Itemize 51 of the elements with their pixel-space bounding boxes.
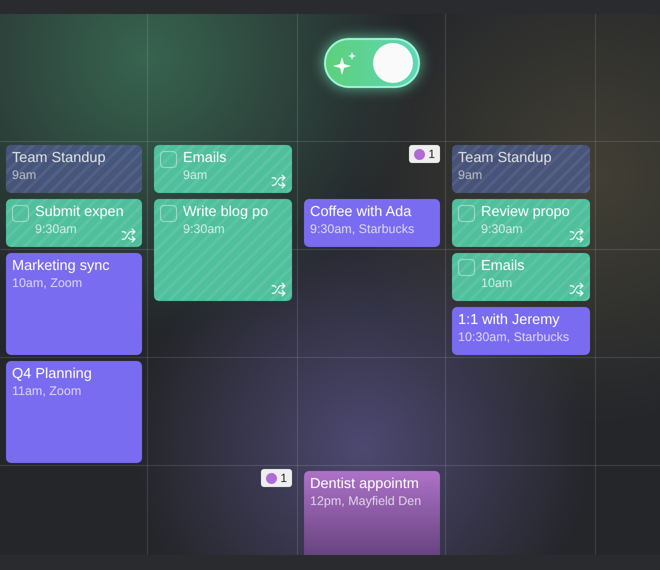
task-card[interactable]: Emails 9am bbox=[154, 145, 292, 193]
checkbox[interactable] bbox=[160, 205, 177, 222]
task-title: Emails bbox=[183, 150, 227, 166]
count-badge[interactable]: 1 bbox=[261, 469, 292, 487]
event-card[interactable]: Dentist appointm 12pm, Mayfield Den bbox=[304, 471, 440, 555]
task-title: Submit expen bbox=[35, 204, 124, 220]
task-title: Emails bbox=[481, 258, 525, 274]
task-card[interactable]: Write blog po 9:30am bbox=[154, 199, 292, 301]
checkbox[interactable] bbox=[160, 151, 177, 168]
event-time: 9am bbox=[12, 168, 38, 182]
event-title: Team Standup bbox=[12, 150, 106, 166]
event-title: Marketing sync bbox=[12, 258, 110, 274]
shuffle-icon[interactable] bbox=[569, 228, 584, 243]
event-time: 9:30am, Starbucks bbox=[310, 222, 414, 236]
event-time: 12pm, Mayfield Den bbox=[310, 494, 422, 508]
checkbox[interactable] bbox=[12, 205, 29, 222]
event-title: Coffee with Ada bbox=[310, 204, 412, 220]
task-time: 9:30am bbox=[481, 222, 524, 236]
event-time: 9am bbox=[458, 168, 484, 182]
checkbox[interactable] bbox=[458, 259, 475, 276]
task-card[interactable]: Submit expen 9:30am bbox=[6, 199, 142, 247]
event-time: 10am, Zoom bbox=[12, 276, 84, 290]
checkbox[interactable] bbox=[458, 205, 475, 222]
event-card[interactable]: Team Standup 9am bbox=[452, 145, 590, 193]
task-time: 9:30am bbox=[183, 222, 226, 236]
event-card[interactable]: 1:1 with Jeremy 10:30am, Starbucks bbox=[452, 307, 590, 355]
event-card[interactable]: Q4 Planning 11am, Zoom bbox=[6, 361, 142, 463]
task-card[interactable]: Review propo 9:30am bbox=[452, 199, 590, 247]
task-time: 10am bbox=[481, 276, 514, 290]
event-card[interactable]: Team Standup 9am bbox=[6, 145, 142, 193]
task-title: Write blog po bbox=[183, 204, 268, 220]
shuffle-icon[interactable] bbox=[569, 282, 584, 297]
event-title: Team Standup bbox=[458, 150, 552, 166]
event-time: 11am, Zoom bbox=[12, 384, 82, 398]
event-card[interactable]: Coffee with Ada 9:30am, Starbucks bbox=[304, 199, 440, 247]
count-badge[interactable]: 1 bbox=[409, 145, 440, 163]
event-card[interactable]: Marketing sync 10am, Zoom bbox=[6, 253, 142, 355]
shuffle-icon[interactable] bbox=[121, 228, 136, 243]
task-card[interactable]: Emails 10am bbox=[452, 253, 590, 301]
task-title: Review propo bbox=[481, 204, 570, 220]
task-time: 9am bbox=[183, 168, 208, 182]
count-text: 1 bbox=[280, 471, 287, 485]
event-title: Dentist appointm bbox=[310, 476, 420, 492]
toggle-switch[interactable] bbox=[324, 38, 420, 88]
task-time: 9:30am bbox=[35, 222, 78, 236]
shuffle-icon[interactable] bbox=[271, 282, 286, 297]
count-text: 1 bbox=[428, 147, 435, 161]
event-title: 1:1 with Jeremy bbox=[458, 312, 561, 328]
shuffle-icon[interactable] bbox=[271, 174, 286, 189]
event-title: Q4 Planning bbox=[12, 366, 92, 382]
event-time: 10:30am, Starbucks bbox=[458, 330, 570, 344]
